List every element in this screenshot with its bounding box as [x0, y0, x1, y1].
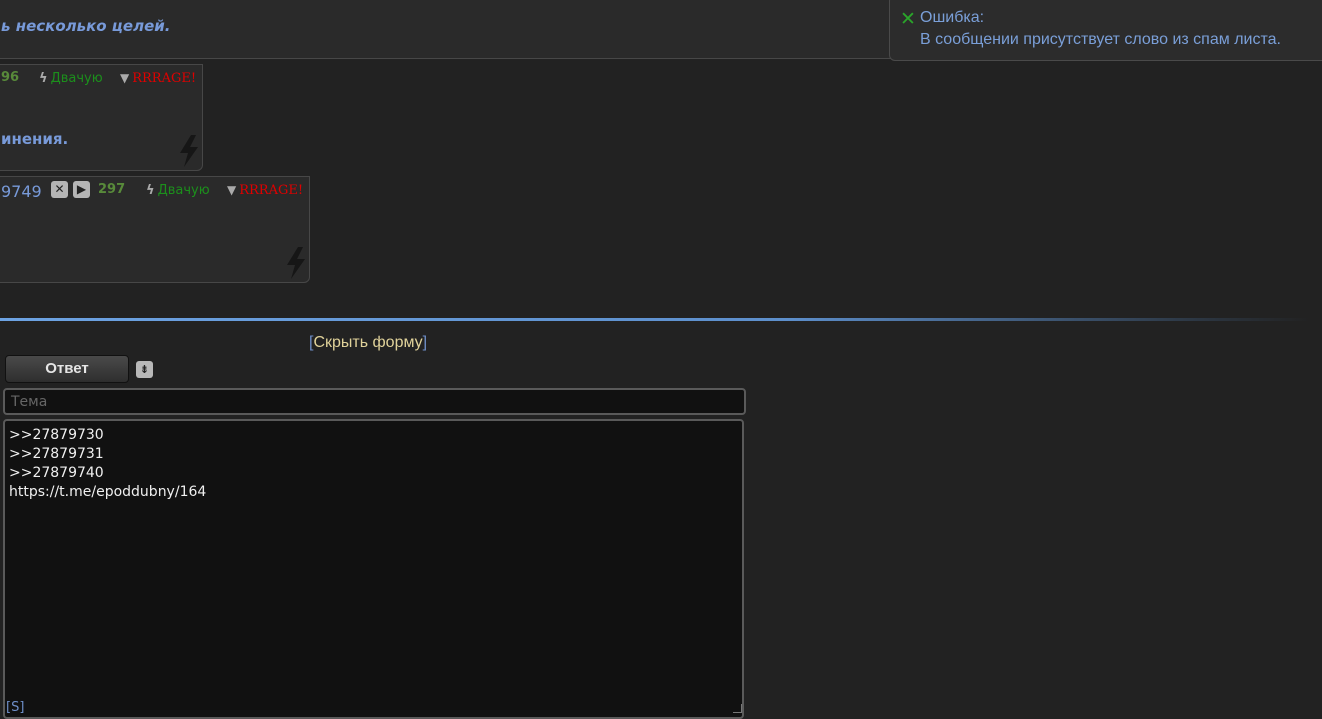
message-line: >>27879740 [9, 465, 104, 481]
bolt-icon: ϟ [39, 71, 48, 86]
hide-form-label[interactable]: Скрыть форму [313, 334, 422, 351]
message-line: >>27879730 [9, 427, 104, 443]
thumbs-down-icon: ▼ [227, 183, 237, 197]
post-1-number: 96 [1, 70, 20, 85]
spoiler-tag-button[interactable]: [S] [6, 700, 24, 715]
bolt-icon: ϟ [146, 183, 155, 198]
form-divider [0, 318, 1310, 321]
thumbs-down-icon: ▼ [120, 71, 130, 85]
dislike-label: RRRAGE! [239, 183, 304, 198]
bracket-close: ] [422, 334, 428, 351]
hide-post-button[interactable]: ✕ [51, 181, 68, 198]
error-toast: ✕ Ошибка: В сообщении присутствует слово… [889, 0, 1322, 61]
dislike-button[interactable]: ▼ RRRAGE! [227, 183, 303, 198]
error-message: В сообщении присутствует слово из спам л… [920, 31, 1281, 48]
play-button[interactable]: ▶ [73, 181, 90, 198]
resize-handle[interactable] [733, 704, 742, 713]
dislike-label: RRRAGE! [132, 71, 197, 86]
like-label: Двачую [50, 71, 103, 86]
like-button[interactable]: ϟ Двачую [39, 71, 103, 86]
post-2: 9749 ✕ ▶ 297 ϟ Двачую ▼ RRRAGE! [0, 176, 310, 283]
post-1: 96 ϟ Двачую ▼ RRRAGE! инения. [0, 64, 203, 171]
message-line: https://t.me/epoddubny/164 [9, 484, 207, 500]
hide-form-link[interactable]: [Скрыть форму] [309, 334, 427, 352]
post-2-reply-count: 297 [98, 182, 126, 197]
message-line: >>27879731 [9, 446, 104, 462]
message-textarea[interactable]: >>27879730 >>27879731 >>27879740 https:/… [3, 419, 744, 719]
expand-form-icon[interactable]: ⇟ [136, 361, 153, 378]
like-label: Двачую [157, 183, 210, 198]
error-title: Ошибка: [920, 9, 985, 26]
like-button[interactable]: ϟ Двачую [146, 183, 210, 198]
lightning-icon[interactable] [283, 247, 307, 279]
dislike-button[interactable]: ▼ RRRAGE! [120, 71, 196, 86]
post-1-message: инения. [1, 130, 69, 148]
post-2-number[interactable]: 9749 [1, 182, 42, 201]
lightning-icon[interactable] [176, 135, 200, 167]
subject-input[interactable]: Тема [3, 388, 746, 415]
reply-submit-button[interactable]: Ответ [5, 355, 129, 383]
post-top-text: ь несколько целей. [1, 17, 171, 35]
error-x-icon: ✕ [900, 8, 916, 30]
